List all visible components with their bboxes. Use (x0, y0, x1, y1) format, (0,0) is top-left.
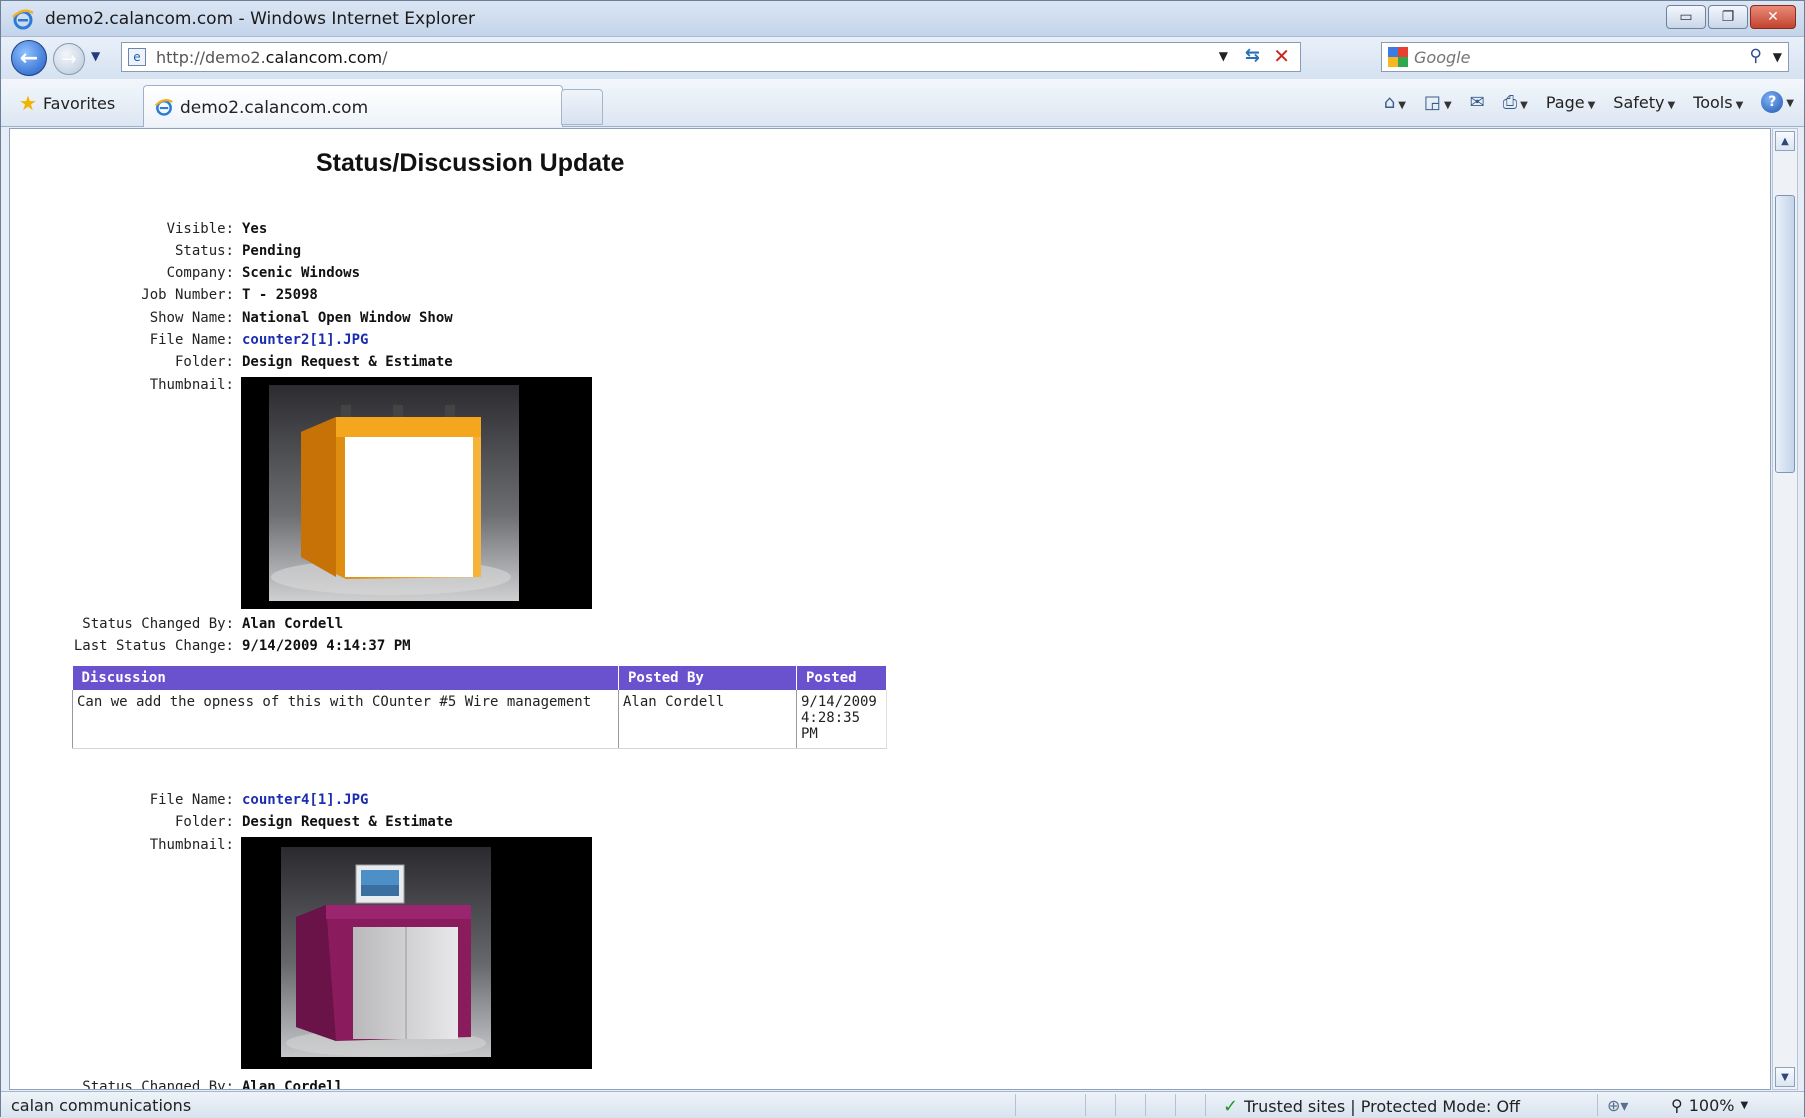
chevron-up-icon: ▲ (1781, 135, 1789, 147)
page-icon: e (128, 48, 146, 66)
search-input[interactable] (1414, 46, 1734, 68)
address-bar[interactable]: e http://demo2.calancom.com/ ▼ ⇆ ✕ (121, 42, 1301, 72)
forward-button[interactable]: → (53, 43, 85, 75)
help-icon: ? (1761, 91, 1784, 113)
scrollbar-thumb[interactable] (1775, 195, 1795, 473)
title-bar: demo2.calancom.com - Windows Internet Ex… (1, 1, 1804, 37)
status-divider (1085, 1094, 1086, 1116)
favorites-button[interactable]: ★ Favorites (19, 91, 115, 115)
zoom-control[interactable]: ⚲ 100% ▼ (1671, 1096, 1748, 1115)
chevron-down-icon: ▼ (1398, 99, 1406, 111)
refresh-icon[interactable]: ⇆ (1245, 45, 1260, 66)
read-mail-button[interactable]: ✉ (1470, 92, 1485, 113)
page-menu[interactable]: Page ▼ (1546, 93, 1595, 112)
status-divider (1175, 1094, 1176, 1116)
scroll-up-button[interactable]: ▲ (1775, 131, 1795, 151)
tab-bar: ★ Favorites demo2.calancom.com ⌂ ▼ ◲ ▼ ✉ ⎙… (1, 79, 1804, 127)
file-link-2[interactable]: counter4[1].JPG (242, 792, 368, 808)
recent-pages-dropdown[interactable]: ▼ (91, 49, 100, 63)
window-title: demo2.calancom.com - Windows Internet Ex… (45, 9, 476, 29)
page-title: Status/Discussion Update (316, 149, 625, 177)
chevron-down-icon: ▼ (1667, 99, 1676, 111)
home-icon: ⌂ (1383, 91, 1396, 113)
posted-cell: 9/14/2009 4:28:35 PM (796, 690, 887, 749)
safety-menu[interactable]: Safety ▼ (1613, 93, 1675, 112)
discussion-cell: Can we add the opness of this with COunt… (72, 690, 619, 749)
security-zone[interactable]: ✓ Trusted sites | Protected Mode: Off (1223, 1096, 1520, 1117)
chevron-down-icon: ▼ (1735, 99, 1744, 111)
thumbnail-image[interactable] (241, 377, 592, 609)
chevron-down-icon: ▼ (1786, 98, 1794, 109)
status-divider (1145, 1094, 1146, 1116)
status-bar: calan communications ✓ Trusted sites | P… (1, 1091, 1804, 1118)
status-divider (1597, 1094, 1598, 1116)
back-arrow-icon: ← (19, 45, 39, 71)
status-divider (1015, 1094, 1016, 1116)
column-header-posted-by: Posted By (618, 666, 797, 690)
printer-icon: ⎙ (1502, 91, 1518, 113)
security-zone-label: Trusted sites | Protected Mode: Off (1244, 1097, 1521, 1116)
globe-icon[interactable]: ⊕▾ (1607, 1096, 1628, 1115)
discussion-table: Discussion Posted By Posted Can we add t… (72, 666, 887, 749)
ie-logo-icon (154, 99, 173, 116)
browser-window: demo2.calancom.com - Windows Internet Ex… (0, 0, 1805, 1118)
status-text: calan communications (11, 1096, 192, 1115)
mail-icon: ✉ (1469, 91, 1485, 113)
close-button[interactable]: ✕ (1750, 5, 1796, 29)
search-options-dropdown-icon[interactable]: ▼ (1773, 50, 1782, 64)
back-button[interactable]: ← (11, 40, 47, 76)
posted-by-cell: Alan Cordell (618, 690, 797, 749)
table-header-row: Discussion Posted By Posted (72, 666, 887, 690)
counter-orange-icon (269, 385, 519, 601)
vertical-scrollbar[interactable]: ▲ ▼ (1772, 128, 1798, 1090)
tools-menu[interactable]: Tools ▼ (1693, 93, 1743, 112)
command-bar: ⌂ ▼ ◲ ▼ ✉ ⎙ ▼ Page ▼ Safety ▼ Tools ▼ ? ▼ (1384, 91, 1794, 113)
page-content: Status/Discussion Update Visible: Yes Sta… (9, 128, 1771, 1090)
checkmark-icon: ✓ (1223, 1096, 1239, 1117)
navigation-bar: ← → ▼ e http://demo2.calancom.com/ ▼ ⇆ ✕… (1, 37, 1804, 79)
tab-demo2[interactable]: demo2.calancom.com (143, 85, 563, 127)
column-header-discussion: Discussion (72, 666, 619, 690)
google-logo-icon (1388, 47, 1408, 67)
minimize-button[interactable]: ▭ (1666, 5, 1706, 29)
magnifier-icon: ⚲ (1671, 1096, 1683, 1115)
chevron-down-icon: ▼ (1520, 99, 1528, 111)
chevron-down-icon: ▼ (1587, 99, 1596, 111)
star-icon: ★ (19, 91, 37, 115)
file-link[interactable]: counter2[1].JPG (242, 332, 368, 348)
zoom-level: 100% (1688, 1096, 1735, 1115)
feeds-button[interactable]: ◲ ▼ (1424, 92, 1452, 113)
chevron-down-icon: ▼ (1740, 1100, 1749, 1111)
forward-arrow-icon: → (61, 48, 77, 70)
search-box[interactable]: ⚲ ▼ (1381, 42, 1789, 72)
window-controls: ▭ ❐ ✕ (1666, 5, 1796, 29)
address-url[interactable]: http://demo2.calancom.com/ (156, 48, 387, 67)
tab-title: demo2.calancom.com (180, 98, 369, 118)
address-dropdown-icon[interactable]: ▼ (1219, 49, 1228, 63)
print-button[interactable]: ⎙ ▼ (1503, 92, 1528, 113)
counter-purple-icon (281, 847, 491, 1057)
restore-button[interactable]: ❐ (1708, 5, 1748, 29)
favorites-label: Favorites (42, 93, 116, 113)
ie-logo-icon (12, 9, 34, 30)
thumbnail-image-2[interactable] (241, 837, 592, 1069)
new-tab-button[interactable] (561, 89, 603, 125)
stop-icon[interactable]: ✕ (1273, 44, 1290, 68)
status-divider (1115, 1094, 1116, 1116)
column-header-posted: Posted (796, 666, 887, 690)
scroll-down-button[interactable]: ▼ (1775, 1067, 1795, 1087)
chevron-down-icon: ▼ (1443, 99, 1452, 111)
status-divider (1205, 1094, 1206, 1116)
help-button[interactable]: ? ▼ (1761, 91, 1794, 113)
chevron-down-icon: ▼ (1781, 1071, 1789, 1083)
rss-icon: ◲ (1423, 91, 1441, 113)
search-icon[interactable]: ⚲ (1750, 46, 1762, 66)
home-button[interactable]: ⌂ ▼ (1384, 92, 1406, 113)
table-row: Can we add the opness of this with COunt… (72, 690, 887, 749)
